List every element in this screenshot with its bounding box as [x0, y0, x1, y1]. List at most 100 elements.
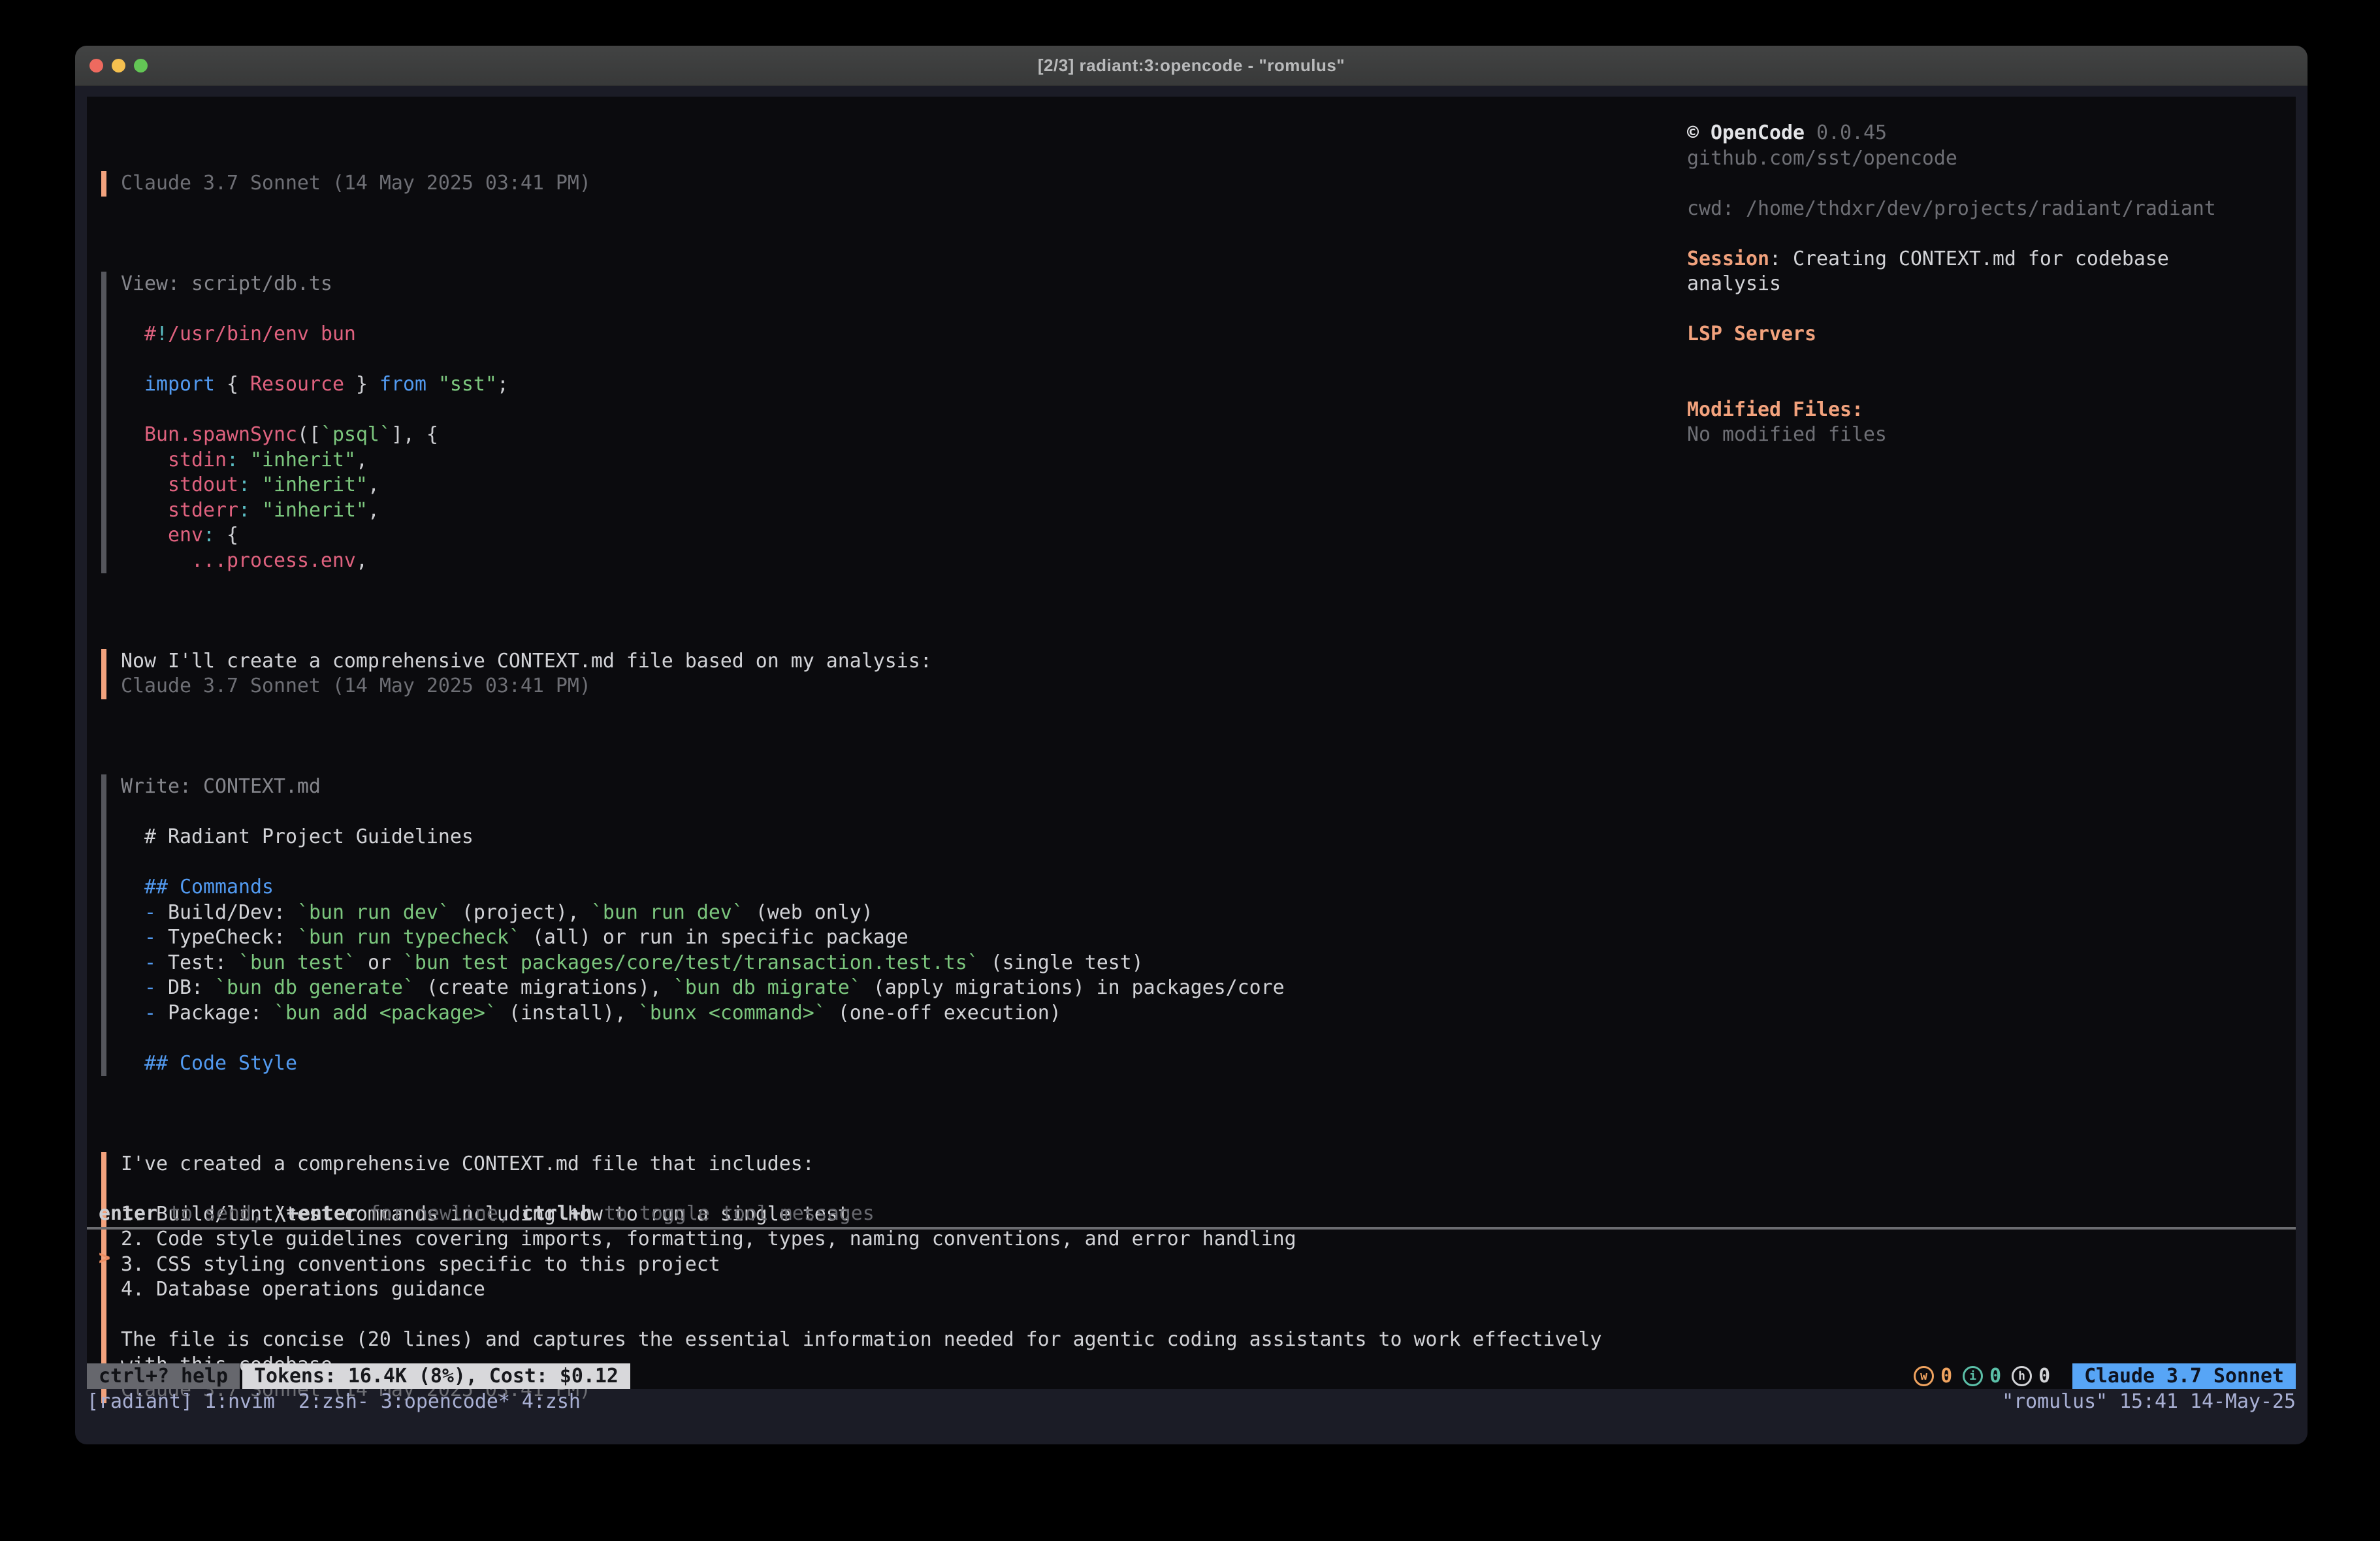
terminal-line — [121, 398, 1601, 423]
text-segment: (all) or run in specific package — [521, 926, 909, 949]
text-segment: `bunx <command>` — [638, 1002, 826, 1025]
text-segment: ## Commands — [144, 876, 274, 898]
info-icon: i — [1963, 1366, 1983, 1386]
text-segment: "inherit" — [250, 449, 356, 471]
terminal-line: - Package: `bun add <package>` (install)… — [121, 1001, 1601, 1026]
terminal-line: Modified Files: — [1687, 398, 2288, 423]
terminal-line — [1687, 347, 2288, 373]
terminal-line: LSP Servers — [1687, 322, 2288, 347]
status-bar: ctrl+? help Tokens: 16.4K (8%), Cost: $0… — [87, 1363, 2296, 1389]
terminal-line — [1687, 171, 2288, 197]
text-segment — [121, 473, 168, 496]
terminal-window: [2/3] radiant:3:opencode - "romulus" Cla… — [75, 46, 2308, 1444]
text-segment: : — [238, 499, 262, 522]
terminal-line — [121, 800, 1601, 825]
text-segment: `bun test packages/core/test/transaction… — [403, 951, 979, 974]
terminal-line: No modified files — [1687, 422, 2288, 448]
text-segment: "inherit" — [262, 473, 368, 496]
terminal-line: - TypeCheck: `bun run typecheck` (all) o… — [121, 925, 1601, 951]
terminal-line: Claude 3.7 Sonnet (14 May 2025 03:41 PM) — [121, 171, 1601, 197]
terminal-line: ## Code Style — [121, 1051, 1601, 1077]
zoom-button[interactable] — [134, 59, 148, 72]
opencode-app: Claude 3.7 Sonnet (14 May 2025 03:41 PM)… — [87, 97, 2296, 1389]
text-segment: No modified files — [1687, 423, 1887, 446]
composer-hint: enter to send, \+enter for newline, ctrl… — [99, 1201, 875, 1227]
text-segment: } — [344, 373, 379, 396]
text-segment: (single test) — [979, 951, 1144, 974]
terminal-line: Session: Creating CONTEXT.md for codebas… — [1687, 247, 2288, 272]
hint-icon: h — [2012, 1366, 2032, 1386]
terminal-line — [1687, 221, 2288, 247]
text-segment: Session — [1687, 247, 1769, 270]
text-segment: ## Code Style — [144, 1052, 297, 1075]
text-segment: Claude 3.7 Sonnet (14 May 2025 03:41 PM) — [121, 172, 591, 195]
assistant-message-intro: Now I'll create a comprehensive CONTEXT.… — [101, 649, 1601, 699]
terminal-line: ...process.env, — [121, 548, 1601, 574]
terminal-line: - DB: `bun db generate` (create migratio… — [121, 976, 1601, 1001]
text-segment: 0.0.45 — [1805, 121, 1887, 144]
terminal-line: ## Commands — [121, 875, 1601, 900]
text-segment: (install), — [497, 1002, 638, 1025]
text-segment: or — [356, 951, 403, 974]
tool-block-view-db-ts: View: script/db.ts #!/usr/bin/env bun im… — [101, 272, 1601, 573]
terminal-line: stderr: "inherit", — [121, 498, 1601, 524]
text-segment: I've created a comprehensive CONTEXT.md … — [121, 1152, 814, 1175]
statusbar-spacer — [630, 1363, 1914, 1389]
text-segment — [121, 1052, 144, 1075]
terminal-line: View: script/db.ts — [121, 272, 1601, 297]
text-segment: `bun add <package>` — [274, 1002, 497, 1025]
text-segment: : — [227, 449, 250, 471]
text-segment: - — [144, 976, 156, 999]
text-segment: (web only) — [744, 901, 873, 924]
text-segment: - — [144, 1002, 156, 1025]
text-segment: # Radiant Project Guidelines — [121, 825, 474, 848]
text-segment: LSP Servers — [1687, 323, 1816, 345]
text-segment: Resource — [250, 373, 344, 396]
text-segment: stderr — [168, 499, 238, 522]
text-segment: "sst" — [438, 373, 497, 396]
text-segment: Build/Dev: — [156, 901, 297, 924]
text-segment: DB: — [156, 976, 215, 999]
text-segment — [121, 449, 168, 471]
warning-icon: w — [1914, 1366, 1934, 1386]
composer-input-area[interactable]: > — [87, 1230, 2296, 1363]
text-segment — [121, 423, 144, 446]
text-segment: , — [356, 549, 368, 572]
text-segment: `psql` — [321, 423, 391, 446]
terminal-line — [121, 347, 1601, 373]
text-segment: ...process.env — [191, 549, 356, 572]
terminal-line: # Radiant Project Guidelines — [121, 825, 1601, 850]
terminal-line — [1687, 372, 2288, 398]
text-segment: `bun run typecheck` — [297, 926, 521, 949]
terminal-line: github.com/sst/opencode — [1687, 146, 2288, 172]
terminal-line: Write: CONTEXT.md — [121, 774, 1601, 800]
text-segment: /usr/bin/env bun — [168, 323, 356, 345]
text-segment: for newline, — [357, 1202, 522, 1225]
text-segment: "inherit" — [262, 499, 368, 522]
assistant-message-header: Claude 3.7 Sonnet (14 May 2025 03:41 PM) — [101, 171, 1601, 197]
text-segment — [121, 876, 144, 898]
terminal-line: - Build/Dev: `bun run dev` (project), `b… — [121, 900, 1601, 926]
diagnostics: w 0 i 0 h 0 — [1914, 1363, 2050, 1389]
text-segment: Claude 3.7 Sonnet (14 May 2025 03:41 PM) — [121, 675, 591, 697]
minimize-button[interactable] — [112, 59, 125, 72]
desktop: { "theme": { "desktop_bg": "#000000", "t… — [0, 0, 2380, 1541]
text-segment: `bun run dev` — [591, 901, 744, 924]
text-segment: to send, — [157, 1202, 275, 1225]
terminal-line: analysis — [1687, 272, 2288, 297]
text-segment: (project), — [450, 901, 591, 924]
text-segment: cwd: /home/thdxr/dev/projects/radiant/ra… — [1687, 197, 2216, 220]
text-segment: Package: — [156, 1002, 274, 1025]
text-segment — [121, 976, 144, 999]
text-segment: - — [144, 951, 156, 974]
hint-count: h 0 — [2012, 1363, 2050, 1389]
text-segment — [121, 901, 144, 924]
text-segment — [121, 951, 144, 974]
close-button[interactable] — [89, 59, 103, 72]
warning-count: w 0 — [1914, 1363, 1952, 1389]
window-title: [2/3] radiant:3:opencode - "romulus" — [1038, 56, 1345, 76]
text-segment: # — [121, 323, 156, 345]
terminal-line: © OpenCode 0.0.45 — [1687, 121, 2288, 146]
text-segment: , — [356, 449, 368, 471]
text-segment: : — [238, 473, 262, 496]
